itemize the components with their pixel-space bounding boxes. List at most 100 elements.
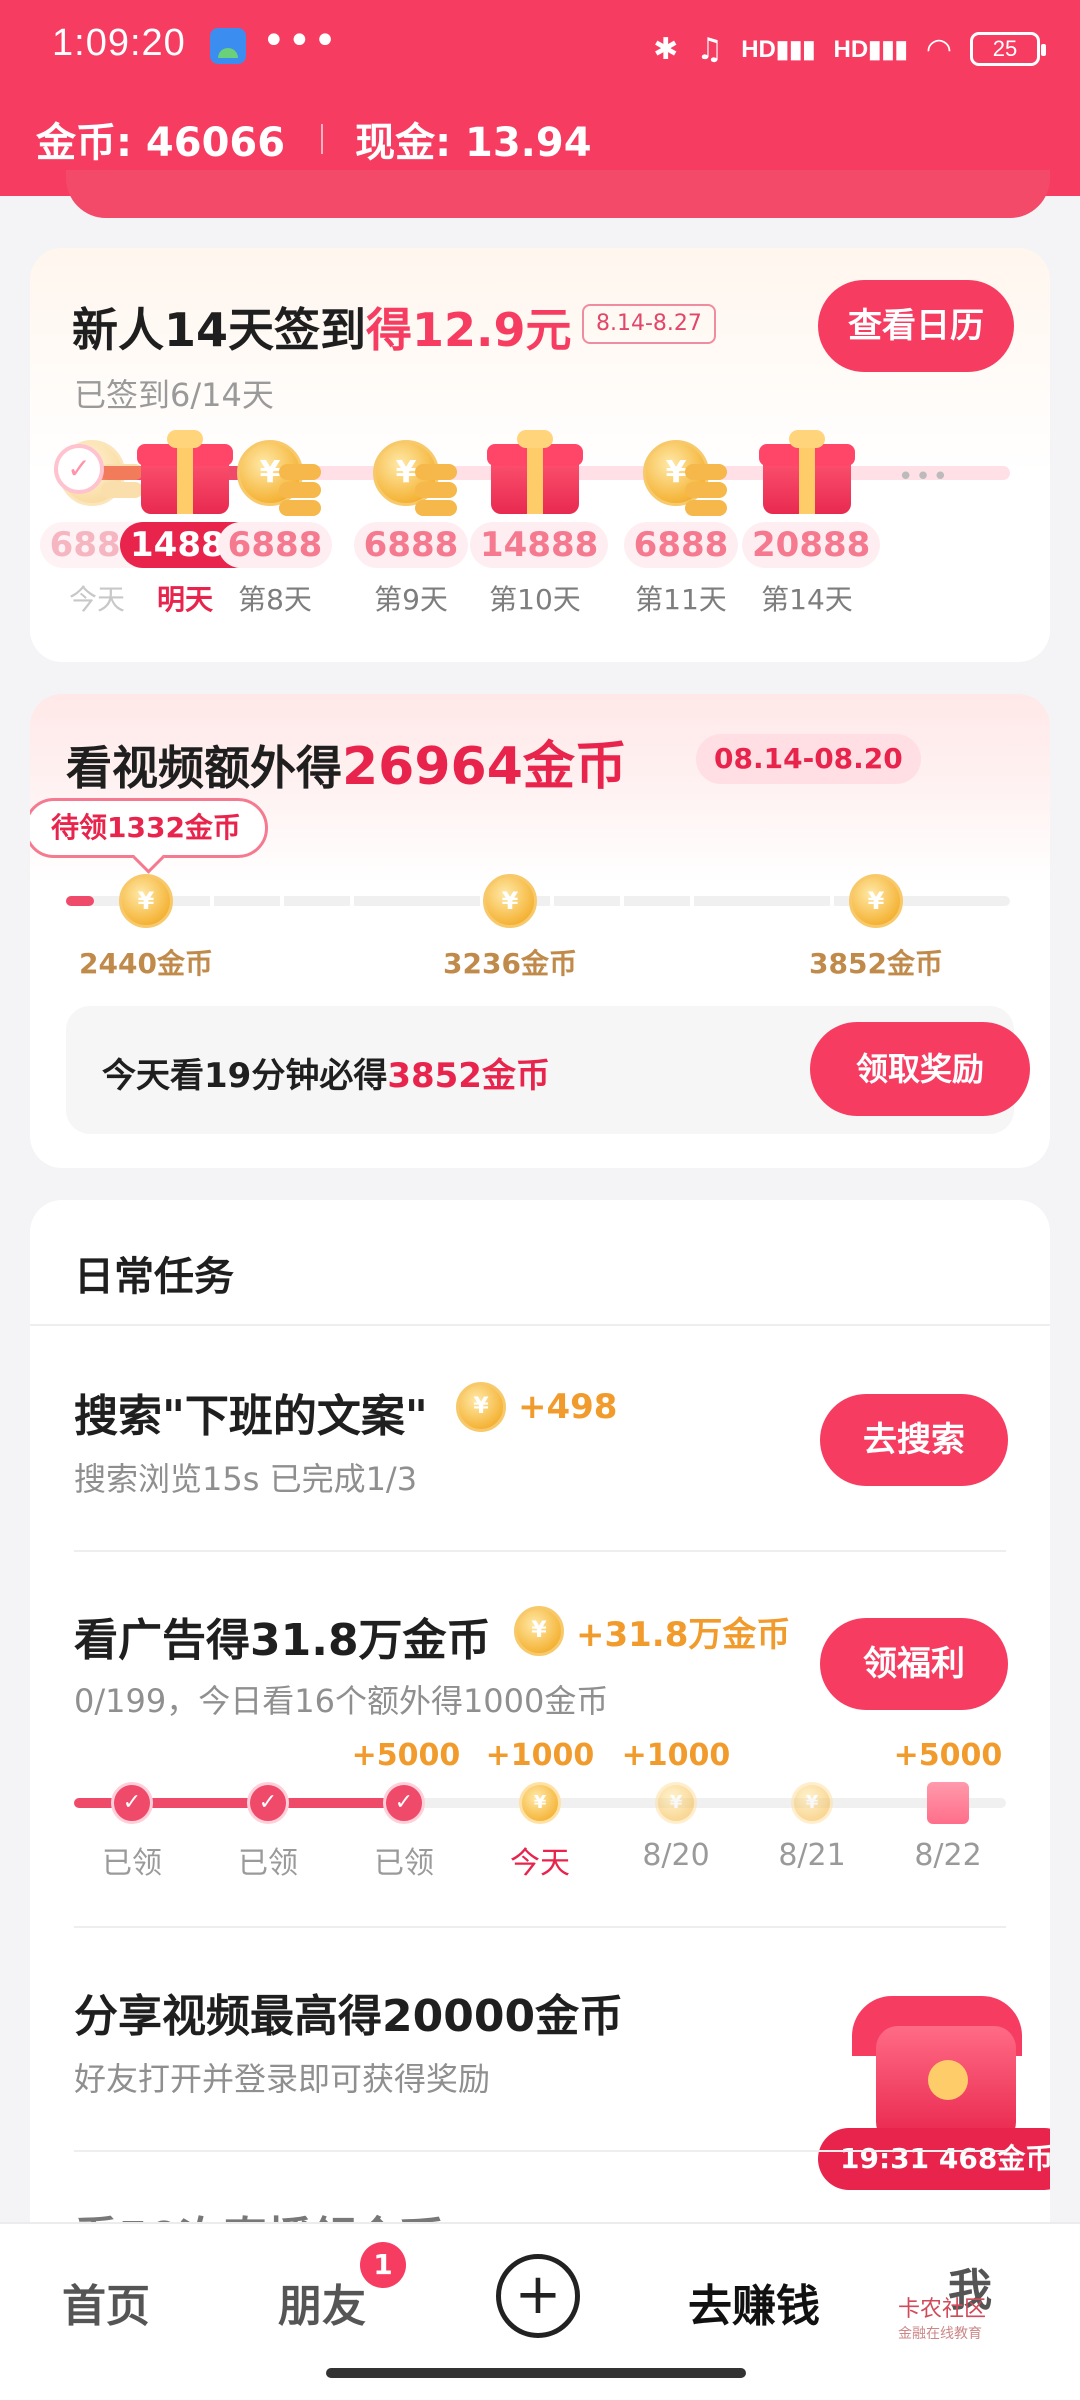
check-icon (247, 1782, 289, 1824)
track-segment (350, 894, 354, 908)
ellipsis-icon: ••• (898, 462, 951, 492)
coin-stack-icon (633, 434, 729, 518)
coin-icon (928, 2060, 968, 2100)
signal-hd-icon: HD▮▮▮ (741, 35, 816, 63)
battery-icon: 25 (970, 32, 1046, 66)
signin-day[interactable]: 6888 第9天 (346, 434, 476, 618)
coin-icon (849, 874, 903, 928)
app-notification-icon (210, 28, 246, 64)
daily-tasks-header: 日常任务 (74, 1254, 234, 1300)
coin-icon (514, 1606, 564, 1656)
ads-node: 已领 (344, 1782, 464, 1882)
track-segment (690, 894, 694, 908)
video-date-tag: 08.14-08.20 (696, 734, 921, 784)
claim-reward-button[interactable]: 领取奖励 (810, 1022, 1030, 1116)
get-benefit-button[interactable]: 领福利 (820, 1618, 1008, 1710)
signin-date-tag: 8.14-8.27 (582, 304, 716, 344)
day-amount: 6888 (353, 522, 469, 568)
daily-tasks-card: 日常任务 搜索"下班的文案" +498 搜索浏览15s 已完成1/3 去搜索 看… (30, 1200, 1050, 2250)
divider (321, 124, 324, 154)
signin-title-highlight: 得12.9元 (366, 303, 572, 357)
bluetooth-icon: ✱ (653, 31, 679, 67)
node-bonus: +5000 (351, 1738, 461, 1773)
top-header: 1:09:20 ••• ✱ ♫ HD▮▮▮ HD▮▮▮ ◠ 25 金币: 460… (0, 0, 1080, 196)
video-title: 看视频额外得26964金币 (66, 737, 627, 797)
share-task-subtitle: 好友打开并登录即可获得奖励 (74, 2060, 491, 2098)
ads-node: 已领 (208, 1782, 328, 1882)
home-indicator[interactable] (326, 2368, 746, 2378)
ads-task-reward: +31.8万金币 (514, 1606, 790, 1656)
video-reward-text: 今天看19分钟必得3852金币 (102, 1056, 550, 1096)
share-gift-button[interactable] (852, 1996, 1022, 2146)
node-bonus: +5000 (893, 1738, 1003, 1773)
video-milestone: 2440金币 (66, 874, 226, 982)
day-label: 第9天 (374, 583, 448, 616)
search-task-title: 搜索"下班的文案" (74, 1391, 428, 1442)
search-task-subtitle: 搜索浏览15s 已完成1/3 (74, 1460, 418, 1498)
track-segment (620, 894, 624, 908)
cash-balance[interactable]: 现金: 13.94 (355, 110, 591, 168)
ads-node: 8/21 (752, 1782, 872, 1873)
share-timer-tag: 19:31 468金币 (818, 2128, 1050, 2190)
view-calendar-button[interactable]: 查看日历 (818, 280, 1014, 372)
go-search-button[interactable]: 去搜索 (820, 1394, 1008, 1486)
status-icons: ✱ ♫ HD▮▮▮ HD▮▮▮ ◠ 25 (653, 26, 1046, 72)
signin-progress-text: 已签到6/14天 (74, 376, 274, 414)
coin-icon (791, 1782, 833, 1824)
day-amount: 6888 (623, 522, 739, 568)
coin-icon (483, 874, 537, 928)
gift-icon (927, 1782, 969, 1824)
signin-card: 新人14天签到得12.9元 8.14-8.27 已签到6/14天 查看日历 ••… (30, 248, 1050, 662)
share-task-title: 分享视频最高得20000金币 (74, 1991, 624, 2042)
status-bar: 1:09:20 ••• ✱ ♫ HD▮▮▮ HD▮▮▮ ◠ 25 (0, 0, 1080, 95)
track-segment (280, 894, 284, 908)
wifi-icon: ◠ (925, 31, 952, 67)
ads-node: 8/22 (888, 1782, 1008, 1873)
friends-badge: 1 (360, 2242, 406, 2288)
nav-friends[interactable]: 朋友 (278, 2270, 366, 2334)
search-task-reward: +498 (456, 1382, 617, 1432)
ads-task-subtitle: 0/199，今日看16个额外得1000金币 (74, 1682, 609, 1720)
earbuds-icon: ♫ (696, 31, 724, 67)
coin-icon (519, 1782, 561, 1824)
coin-balance[interactable]: 金币: 46066 (36, 110, 285, 168)
signal-hd-icon-2: HD▮▮▮ (833, 35, 908, 63)
node-bonus: +1000 (485, 1738, 595, 1773)
divider (74, 1550, 1006, 1552)
day-amount: 20888 (742, 522, 881, 568)
divider (30, 1324, 1050, 1326)
divider (74, 2150, 1006, 2152)
nav-earn[interactable]: 去赚钱 (688, 2270, 820, 2334)
coin-icon (119, 874, 173, 928)
node-bonus: +1000 (621, 1738, 731, 1773)
check-icon (111, 1782, 153, 1824)
nav-home[interactable]: 首页 (62, 2270, 150, 2334)
signin-title: 新人14天签到得12.9元 (72, 303, 572, 357)
gift-box-icon (487, 430, 583, 518)
coin-stack-icon (363, 434, 459, 518)
signin-day[interactable]: 20888 第14天 (742, 430, 881, 618)
day-label: 第14天 (761, 583, 853, 616)
video-reward-box: 今天看19分钟必得3852金币 领取奖励 (66, 1006, 1030, 1134)
ads-node: 8/20 (616, 1782, 736, 1873)
pending-coins-bubble[interactable]: 待领1332金币 (30, 798, 268, 858)
video-title-highlight: 26964金币 (342, 737, 627, 797)
check-icon (383, 1782, 425, 1824)
video-milestone: 3236金币 (430, 874, 590, 982)
signin-day[interactable]: 6888 第11天 (616, 434, 746, 618)
more-notifications-icon: ••• (262, 18, 339, 64)
gift-box-icon (759, 430, 855, 518)
status-time: 1:09:20 (52, 22, 186, 64)
previous-card-edge (66, 170, 1050, 218)
divider (74, 1926, 1006, 1928)
create-plus-icon[interactable]: + (496, 2254, 580, 2338)
balance-bar: 金币: 46066 现金: 13.94 (36, 110, 592, 168)
signin-day[interactable]: 6888 第8天 (210, 434, 340, 618)
day-label: 第8天 (238, 583, 312, 616)
checked-icon (54, 444, 104, 494)
day-amount: 14888 (470, 522, 609, 568)
ads-node: 今天 (480, 1782, 600, 1882)
watermark-logo: 卡农社区 金融在线教育 (898, 2297, 987, 2343)
signin-day[interactable]: 14888 第10天 (470, 430, 609, 618)
coin-icon (655, 1782, 697, 1824)
